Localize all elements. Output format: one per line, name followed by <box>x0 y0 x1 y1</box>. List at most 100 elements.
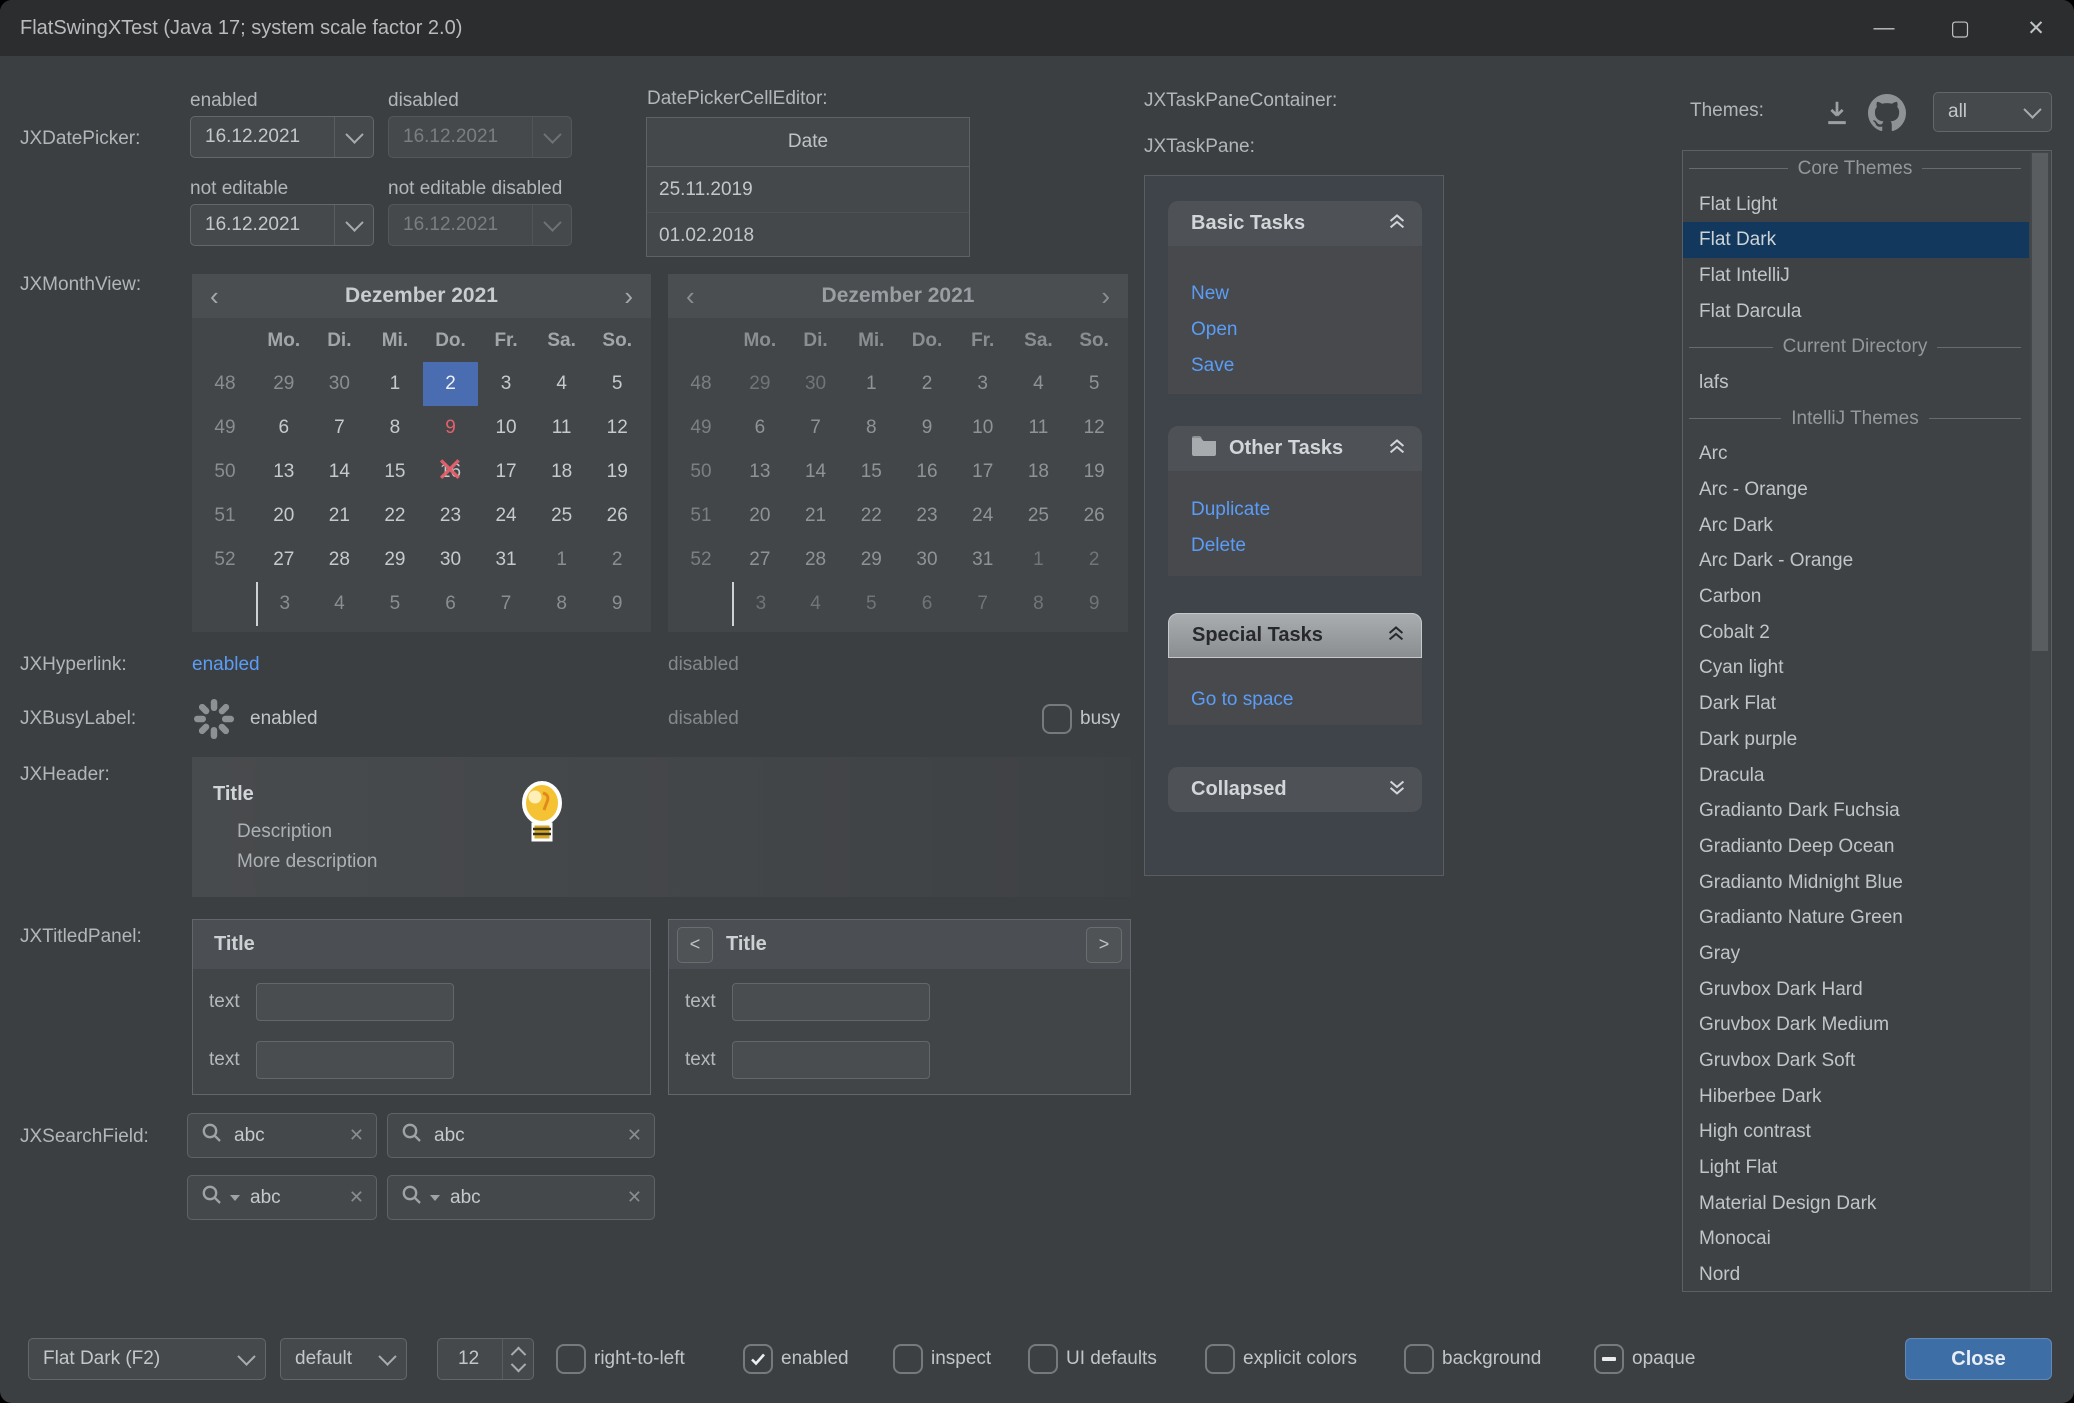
day-cell[interactable]: 14 <box>312 450 368 494</box>
day-cell[interactable]: 21 <box>312 494 368 538</box>
day-cell[interactable]: 24 <box>478 494 534 538</box>
clear-icon[interactable]: ✕ <box>627 1125 642 1146</box>
day-cell[interactable]: 22 <box>367 494 423 538</box>
day-cell[interactable]: 29 <box>256 362 312 406</box>
day-cell[interactable]: 3 <box>256 582 312 626</box>
day-cell[interactable]: 8 <box>367 406 423 450</box>
toolbar-theme-combo[interactable]: Flat Dark (F2) <box>28 1338 266 1380</box>
theme-item-cyan-light[interactable]: Cyan light <box>1683 651 2029 687</box>
day-cell[interactable]: 9 <box>589 582 645 626</box>
day-cell[interactable]: 18 <box>534 450 590 494</box>
theme-item-flat-intellij[interactable]: Flat IntelliJ <box>1683 258 2029 294</box>
taskpane-header[interactable]: Special Tasks <box>1168 613 1422 658</box>
day-cell[interactable]: 8 <box>534 582 590 626</box>
theme-item-arc-dark[interactable]: Arc Dark <box>1683 508 2029 544</box>
theme-item-gradianto-dark-fuchsia[interactable]: Gradianto Dark Fuchsia <box>1683 793 2029 829</box>
toolbar-style-combo[interactable]: default <box>280 1338 407 1380</box>
theme-item-gruvbox-dark-medium[interactable]: Gruvbox Dark Medium <box>1683 1008 2029 1044</box>
day-cell[interactable]: 11 <box>534 406 590 450</box>
maximize-button[interactable]: ▢ <box>1922 0 1998 56</box>
theme-item-high-contrast[interactable]: High contrast <box>1683 1115 2029 1151</box>
panel-right-button[interactable]: > <box>1086 927 1122 963</box>
close-button[interactable]: Close <box>1905 1338 2052 1380</box>
theme-item-gradianto-deep-ocean[interactable]: Gradianto Deep Ocean <box>1683 829 2029 865</box>
theme-item-cobalt-2[interactable]: Cobalt 2 <box>1683 615 2029 651</box>
theme-item-light-flat[interactable]: Light Flat <box>1683 1150 2029 1186</box>
day-cell[interactable]: 4 <box>534 362 590 406</box>
theme-item-gruvbox-dark-soft[interactable]: Gruvbox Dark Soft <box>1683 1043 2029 1079</box>
day-cell[interactable]: 20 <box>256 494 312 538</box>
themes-filter-combo[interactable]: all <box>1933 92 2052 132</box>
day-cell[interactable]: 23 <box>423 494 479 538</box>
scrollbar-track[interactable] <box>2030 152 2050 1290</box>
day-cell[interactable]: 13 <box>256 450 312 494</box>
day-cell[interactable]: 5 <box>589 362 645 406</box>
background-checkbox[interactable] <box>1404 1344 1434 1374</box>
next-month-icon[interactable]: › <box>624 283 633 309</box>
text-field[interactable] <box>256 983 454 1021</box>
theme-item-hiberbee-dark[interactable]: Hiberbee Dark <box>1683 1079 2029 1115</box>
explicit-colors-checkbox[interactable] <box>1205 1344 1235 1374</box>
download-icon[interactable] <box>1822 98 1852 128</box>
spinner-buttons[interactable] <box>502 1339 533 1379</box>
opaque-checkbox[interactable] <box>1594 1344 1624 1374</box>
day-cell[interactable]: 30 <box>312 362 368 406</box>
datepicker-enabled[interactable]: 16.12.2021 <box>190 116 374 158</box>
search-field-with-menu[interactable]: abc ✕ <box>187 1175 377 1220</box>
day-cell[interactable]: 3 <box>478 362 534 406</box>
taskpane-link-open[interactable]: Open <box>1168 312 1422 348</box>
table-row[interactable]: 01.02.2018 <box>647 212 969 258</box>
datepicker-not-editable[interactable]: 16.12.2021 <box>190 204 374 246</box>
text-field[interactable] <box>732 983 930 1021</box>
day-cell[interactable]: 17 <box>478 450 534 494</box>
day-cell[interactable]: 25 <box>534 494 590 538</box>
search-field-with-menu[interactable]: abc ✕ <box>387 1175 655 1220</box>
inspect-checkbox[interactable] <box>893 1344 923 1374</box>
theme-item-flat-darcula[interactable]: Flat Darcula <box>1683 294 2029 330</box>
day-cell[interactable]: 31 <box>478 538 534 582</box>
panel-left-button[interactable]: < <box>677 927 713 963</box>
theme-item-flat-light[interactable]: Flat Light <box>1683 187 2029 223</box>
day-cell[interactable]: 5 <box>367 582 423 626</box>
search-field[interactable]: abc ✕ <box>187 1113 377 1158</box>
theme-item-gradianto-nature-green[interactable]: Gradianto Nature Green <box>1683 900 2029 936</box>
search-field[interactable]: abc ✕ <box>387 1113 655 1158</box>
day-cell[interactable]: 26 <box>589 494 645 538</box>
taskpane-link-go-to-space[interactable]: Go to space <box>1168 682 1422 718</box>
taskpane-link-save[interactable]: Save <box>1168 348 1422 384</box>
minimize-button[interactable]: — <box>1846 0 1922 56</box>
theme-item-monocai[interactable]: Monocai <box>1683 1222 2029 1258</box>
taskpane-link-duplicate[interactable]: Duplicate <box>1168 492 1422 528</box>
scrollbar-thumb[interactable] <box>2032 153 2048 651</box>
hyperlink-enabled[interactable]: enabled <box>192 654 260 676</box>
theme-item-nord[interactable]: Nord <box>1683 1257 2029 1292</box>
theme-item-dark-flat[interactable]: Dark Flat <box>1683 686 2029 722</box>
close-window-button[interactable]: ✕ <box>1998 0 2074 56</box>
font-size-spinner[interactable]: 12 <box>437 1338 534 1380</box>
day-cell[interactable]: 6 <box>423 582 479 626</box>
table-row[interactable]: 25.11.2019 <box>647 167 969 212</box>
text-field[interactable] <box>256 1041 454 1079</box>
clear-icon[interactable]: ✕ <box>349 1187 364 1208</box>
enabled-checkbox[interactable] <box>743 1344 773 1374</box>
theme-item-lafs[interactable]: lafs <box>1683 365 2029 401</box>
theme-item-material-design-dark[interactable]: Material Design Dark <box>1683 1186 2029 1222</box>
theme-item-arc[interactable]: Arc <box>1683 437 2029 473</box>
taskpane-header[interactable]: Other Tasks <box>1168 426 1422 471</box>
taskpane-link-delete[interactable]: Delete <box>1168 528 1422 564</box>
theme-item-flat-dark[interactable]: Flat Dark <box>1683 222 2029 258</box>
taskpane-link-new[interactable]: New <box>1168 276 1422 312</box>
theme-item-dark-purple[interactable]: Dark purple <box>1683 722 2029 758</box>
day-cell[interactable]: 28 <box>312 538 368 582</box>
day-cell[interactable]: 4 <box>312 582 368 626</box>
theme-item-gray[interactable]: Gray <box>1683 936 2029 972</box>
theme-item-arc-orange[interactable]: Arc - Orange <box>1683 472 2029 508</box>
day-cell[interactable]: 6 <box>256 406 312 450</box>
theme-item-dracula[interactable]: Dracula <box>1683 758 2029 794</box>
day-cell[interactable]: 19 <box>589 450 645 494</box>
github-icon[interactable] <box>1868 94 1906 132</box>
day-cell[interactable]: 16✕ <box>423 450 479 494</box>
day-cell[interactable]: 2 <box>423 362 479 406</box>
day-cell[interactable]: 12 <box>589 406 645 450</box>
clear-icon[interactable]: ✕ <box>627 1187 642 1208</box>
